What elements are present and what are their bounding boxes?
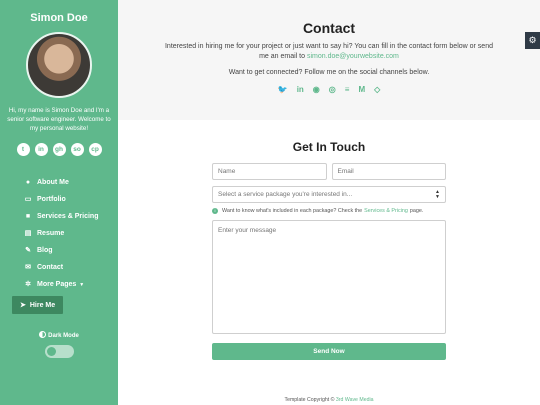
twitter-icon[interactable]: 🐦 [278,85,288,94]
hire-me-label: Hire Me [29,301,56,309]
sidebar-item-label: About Me [37,179,69,186]
medium-icon[interactable]: M [358,85,365,94]
service-package-select[interactable]: Select a service package you're interest… [212,186,446,203]
bio-text: Hi, my name is Simon Doe and I'm a senio… [7,107,111,132]
github-icon[interactable]: gh [52,143,66,156]
sidebar-item-blog[interactable]: ✎ Blog [24,242,118,259]
contact-form: Get In Touch Select a service package yo… [212,140,446,360]
dark-mode-toggle[interactable] [44,345,74,358]
dark-mode-label: Dark Mode [0,331,118,339]
sidebar-item-resume[interactable]: ▤ Resume [24,225,118,242]
message-input[interactable] [212,220,446,334]
name-input[interactable] [212,163,327,180]
codepen-icon[interactable]: ◇ [374,85,380,94]
contact-intro: Interested in hiring me for your project… [118,42,540,62]
avatar [26,32,92,98]
package-hint: i Want to know what's included in each p… [212,208,446,214]
stack-overflow-icon[interactable]: so [70,143,84,156]
sidebar-item-label: Services & Pricing [37,213,99,220]
sidebar-social-links: t in gh so cp [0,143,118,156]
sidebar-item-contact[interactable]: ✉ Contact [24,259,118,276]
footer: Template Copyright © 3rd Wave Media [118,397,540,403]
sidebar-item-label: Blog [37,247,53,254]
site-name[interactable]: Simon Doe [0,12,118,24]
linkedin-icon[interactable]: in [297,85,304,94]
twitter-icon[interactable]: t [16,143,30,156]
instagram-icon[interactable]: ◎ [329,85,336,94]
paper-plane-icon: ➤ [20,302,26,309]
sidebar-item-label: Portfolio [37,196,66,203]
briefcase-icon: ■ [25,212,31,220]
laptop-icon: ▭ [24,195,32,203]
cogs-icon: ✲ [25,280,31,288]
sidebar-item-label: Contact [37,264,64,271]
hire-me-button[interactable]: ➤ Hire Me [12,296,64,314]
sidebar: Simon Doe Hi, my name is Simon Doe and I… [0,0,118,405]
footer-link[interactable]: 3rd Wave Media [336,397,374,403]
header-social-links: 🐦 in ◉ ◎ ≡ M ◇ [118,85,540,94]
user-icon: ● [25,178,31,186]
form-title: Get In Touch [292,140,366,154]
sidebar-nav: ● About Me ▭ Portfolio ■ Services & Pricing… [0,174,118,293]
name-email-row [212,163,446,180]
sidebar-item-portfolio[interactable]: ▭ Portfolio [24,191,118,208]
copyright-text: Template Copyright © [284,397,335,403]
gear-icon[interactable]: ⚙ [525,32,540,49]
connect-text: Want to get connected? Follow me on the … [228,69,430,76]
sidebar-item-more-pages[interactable]: ✲ More Pages ▼ [24,276,118,293]
sidebar-item-label: More Pages [37,281,77,288]
github-icon[interactable]: ◉ [313,85,320,94]
contact-header: Contact Interested in hiring me for your… [118,0,540,120]
email-link[interactable]: simon.doe@yourwebsite.com [307,53,399,60]
linkedin-icon[interactable]: in [34,143,48,156]
envelope-icon: ✉ [25,263,31,271]
page-title: Contact [302,20,356,36]
send-now-button[interactable]: Send Now [212,343,446,360]
sidebar-item-services-pricing[interactable]: ■ Services & Pricing [24,208,118,225]
adjust-icon [39,331,47,338]
blog-icon: ✎ [25,246,31,254]
dark-mode-text: Dark Mode [48,333,79,339]
email-input[interactable] [331,163,446,180]
stack-overflow-icon[interactable]: ≡ [345,85,350,94]
info-icon: i [212,208,218,214]
sidebar-item-about-me[interactable]: ● About Me [24,174,118,191]
select-arrows-icon: ▲ ▼ [435,189,440,200]
services-pricing-link[interactable]: Services & Pricing [364,208,408,214]
chevron-down-icon: ▼ [79,281,85,288]
codepen-icon[interactable]: cp [88,143,102,156]
hint-text: Want to know what's included in each pac… [222,208,363,214]
hint-text-end: page. [409,208,424,214]
file-icon: ▤ [24,229,32,237]
sidebar-item-label: Resume [37,230,65,237]
select-value: Select a service package you're interest… [218,191,353,198]
